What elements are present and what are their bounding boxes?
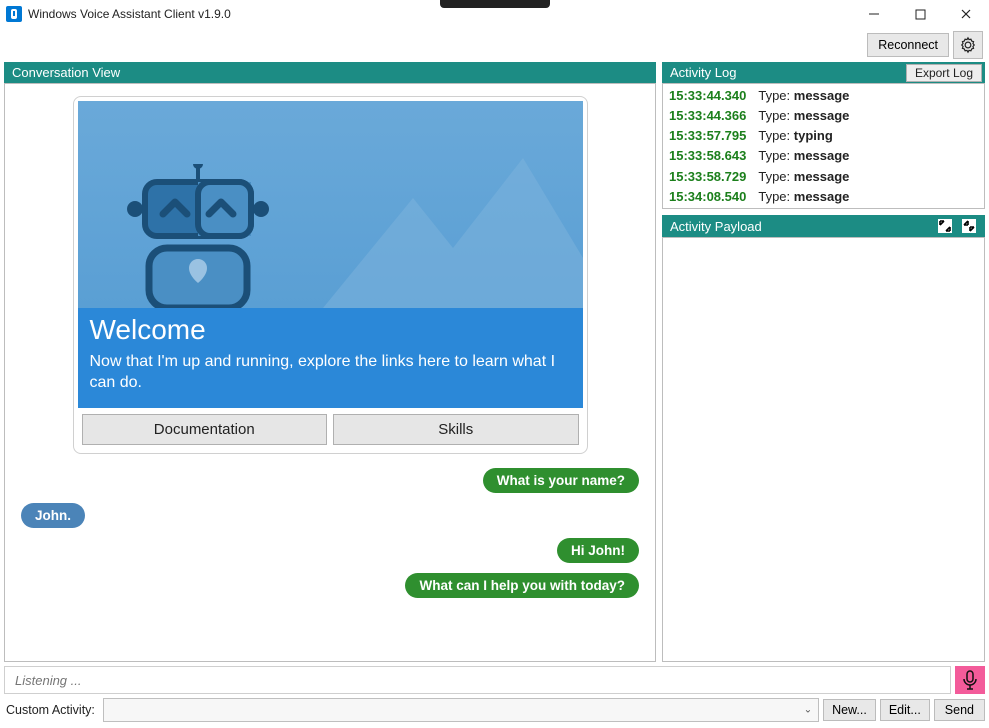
message-bubble: John. xyxy=(21,503,85,528)
close-button[interactable] xyxy=(943,0,989,28)
activity-payload-header: Activity Payload xyxy=(662,215,985,237)
right-column: Activity Log Export Log 15:33:44.340 Type… xyxy=(662,62,985,662)
documentation-button[interactable]: Documentation xyxy=(82,414,328,445)
log-time: 15:34:08.540 xyxy=(669,187,746,207)
activity-log-header-label: Activity Log xyxy=(670,65,736,80)
activity-log-panel: Activity Log Export Log 15:33:44.340 Type… xyxy=(662,62,985,209)
log-time: 15:33:58.729 xyxy=(669,167,746,187)
message-row: What can I help you with today? xyxy=(21,573,639,598)
conversation-body[interactable]: Welcome Now that I'm up and running, exp… xyxy=(4,83,656,662)
collapse-icon[interactable] xyxy=(961,218,977,234)
log-time: 15:33:58.643 xyxy=(669,146,746,166)
message-row: Hi John! xyxy=(21,538,639,563)
send-activity-button[interactable]: Send xyxy=(934,699,985,721)
payload-header-icons xyxy=(937,218,977,234)
message-list: What is your name? John. Hi John! What can … xyxy=(17,468,643,598)
edit-activity-button[interactable]: Edit... xyxy=(880,699,930,721)
custom-activity-label: Custom Activity: xyxy=(4,703,99,717)
welcome-hero xyxy=(78,101,583,308)
title-bar: Windows Voice Assistant Client v1.9.0 xyxy=(0,0,989,28)
conversation-header-label: Conversation View xyxy=(12,65,120,80)
microphone-icon xyxy=(962,670,978,690)
app-icon xyxy=(6,6,22,22)
log-type: Type: message xyxy=(758,187,849,207)
log-row[interactable]: 15:33:58.643 Type: message xyxy=(669,146,978,166)
window-controls xyxy=(851,0,989,28)
input-row xyxy=(0,662,989,696)
log-row[interactable]: 15:33:44.366 Type: message xyxy=(669,106,978,126)
log-type: Type: message xyxy=(758,86,849,106)
activity-log-body[interactable]: 15:33:44.340 Type: message 15:33:44.366 Typ… xyxy=(662,83,985,209)
log-time: 15:33:44.366 xyxy=(669,106,746,126)
skills-button[interactable]: Skills xyxy=(333,414,579,445)
chevron-down-icon: ⌄ xyxy=(804,705,812,716)
custom-activity-row: Custom Activity: ⌄ New... Edit... Send xyxy=(0,696,989,728)
log-row[interactable]: 15:34:08.540 Type: message xyxy=(669,187,978,207)
toolbar: Reconnect xyxy=(0,28,989,62)
gear-icon xyxy=(959,36,977,54)
log-time: 15:33:57.795 xyxy=(669,126,746,146)
mountain-decoration xyxy=(323,138,583,308)
minimize-button[interactable] xyxy=(851,0,897,28)
custom-activity-combo[interactable]: ⌄ xyxy=(103,698,819,722)
log-row[interactable]: 15:33:58.729 Type: message xyxy=(669,167,978,187)
log-row[interactable]: 15:33:44.340 Type: message xyxy=(669,86,978,106)
welcome-text: Welcome Now that I'm up and running, exp… xyxy=(78,308,583,408)
message-bubble: What is your name? xyxy=(483,468,639,493)
activity-log-header: Activity Log Export Log xyxy=(662,62,985,83)
window-title: Windows Voice Assistant Client v1.9.0 xyxy=(28,7,231,21)
activity-payload-body[interactable] xyxy=(662,237,985,662)
welcome-card-buttons: Documentation Skills xyxy=(78,408,583,449)
message-bubble: Hi John! xyxy=(557,538,639,563)
log-type: Type: message xyxy=(758,106,849,126)
welcome-title: Welcome xyxy=(90,314,571,346)
welcome-card: Welcome Now that I'm up and running, exp… xyxy=(73,96,588,454)
new-activity-button[interactable]: New... xyxy=(823,699,876,721)
title-tab-decoration xyxy=(440,0,550,8)
main-content: Conversation View xyxy=(0,62,989,662)
conversation-panel: Conversation View xyxy=(4,62,656,662)
welcome-subtitle: Now that I'm up and running, explore the… xyxy=(90,352,571,394)
log-type: Type: message xyxy=(758,167,849,187)
listen-input[interactable] xyxy=(4,666,951,694)
message-bubble: What can I help you with today? xyxy=(405,573,639,598)
maximize-button[interactable] xyxy=(897,0,943,28)
settings-button[interactable] xyxy=(953,31,983,59)
log-time: 15:33:44.340 xyxy=(669,86,746,106)
reconnect-button[interactable]: Reconnect xyxy=(867,33,949,57)
conversation-header: Conversation View xyxy=(4,62,656,83)
log-type: Type: typing xyxy=(758,126,832,146)
log-type: Type: message xyxy=(758,146,849,166)
activity-payload-header-label: Activity Payload xyxy=(670,219,762,234)
activity-payload-panel: Activity Payload xyxy=(662,215,985,662)
expand-icon[interactable] xyxy=(937,218,953,234)
robot-icon xyxy=(113,164,283,308)
message-row: John. xyxy=(21,503,639,528)
log-row[interactable]: 15:33:57.795 Type: typing xyxy=(669,126,978,146)
microphone-button[interactable] xyxy=(955,666,985,694)
message-row: What is your name? xyxy=(21,468,639,493)
export-log-button[interactable]: Export Log xyxy=(906,64,982,82)
